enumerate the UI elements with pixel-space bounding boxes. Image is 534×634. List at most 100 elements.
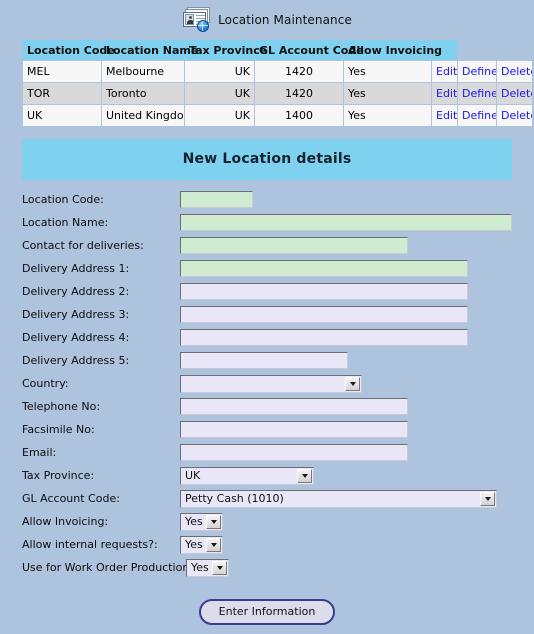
table-header-row: Location Code Location Name Tax Province… bbox=[23, 40, 532, 60]
cell-edit[interactable]: Edit bbox=[432, 105, 457, 126]
delete-link[interactable]: Delete bbox=[501, 87, 532, 100]
new-location-form: Location Code: Location Name: Contact fo… bbox=[0, 188, 534, 625]
column-header-location-name: Location Name bbox=[102, 40, 198, 60]
cell-delete[interactable]: Delete bbox=[497, 83, 532, 104]
contact-for-deliveries-input[interactable] bbox=[180, 237, 408, 254]
delivery-address-1-input[interactable] bbox=[180, 260, 468, 277]
cell-edit[interactable]: Edit bbox=[432, 83, 457, 104]
define-link[interactable]: Define bbox=[462, 65, 496, 78]
cell-allow-invoicing: Yes bbox=[344, 61, 431, 82]
allow-invoicing-select-value: Yes bbox=[185, 515, 203, 528]
column-header-location-code: Location Code bbox=[23, 40, 115, 60]
cell-location-name: Toronto bbox=[102, 83, 184, 104]
telephone-no-input[interactable] bbox=[180, 398, 408, 415]
cell-define[interactable]: Define bbox=[458, 105, 496, 126]
form-row-allow-invoicing: Allow Invoicing: Yes bbox=[22, 510, 512, 533]
form-row-contact-for-deliveries: Contact for deliveries: bbox=[22, 234, 512, 257]
delivery-address-3-input[interactable] bbox=[180, 306, 468, 323]
form-row-delivery-address-4: Delivery Address 4: bbox=[22, 326, 512, 349]
chevron-down-icon[interactable] bbox=[206, 537, 221, 552]
locations-table: Location Code Location Name Tax Province… bbox=[22, 39, 533, 127]
cell-allow-invoicing: Yes bbox=[344, 83, 431, 104]
page-title: Location Maintenance bbox=[218, 13, 352, 27]
cell-edit[interactable]: Edit bbox=[432, 61, 457, 82]
allow-internal-requests-select-value: Yes bbox=[185, 538, 203, 551]
form-row-delivery-address-5: Delivery Address 5: bbox=[22, 349, 512, 372]
delivery-address-5-input[interactable] bbox=[180, 352, 348, 369]
label-delivery-address-2: Delivery Address 2: bbox=[22, 285, 130, 298]
edit-link[interactable]: Edit bbox=[436, 109, 457, 122]
label-gl-account-code: GL Account Code: bbox=[22, 492, 120, 505]
cell-gl-account-code: 1420 bbox=[255, 61, 343, 82]
cell-tax-province: UK bbox=[185, 105, 254, 126]
table-row: UK United Kingdom UK 1400 Yes Edit Defin… bbox=[23, 105, 532, 126]
cell-tax-province: UK bbox=[185, 83, 254, 104]
label-allow-internal-requests: Allow internal requests?: bbox=[22, 538, 158, 551]
form-row-email: Email: bbox=[22, 441, 512, 464]
label-telephone-no: Telephone No: bbox=[22, 400, 101, 413]
form-row-country: Country: bbox=[22, 372, 512, 395]
delete-link[interactable]: Delete bbox=[501, 109, 532, 122]
define-link[interactable]: Define bbox=[462, 87, 496, 100]
cell-gl-account-code: 1400 bbox=[255, 105, 343, 126]
allow-internal-requests-select[interactable]: Yes bbox=[180, 535, 223, 554]
edit-link[interactable]: Edit bbox=[436, 65, 457, 78]
label-location-name: Location Name: bbox=[22, 216, 109, 229]
chevron-down-icon[interactable] bbox=[206, 514, 221, 529]
chevron-down-icon[interactable] bbox=[297, 468, 312, 483]
allow-invoicing-select[interactable]: Yes bbox=[180, 512, 223, 531]
delivery-address-2-input[interactable] bbox=[180, 283, 468, 300]
email-field[interactable] bbox=[180, 444, 408, 461]
edit-link[interactable]: Edit bbox=[436, 87, 457, 100]
form-row-location-code: Location Code: bbox=[22, 188, 512, 211]
facsimile-no-input[interactable] bbox=[180, 421, 408, 438]
label-allow-invoicing: Allow Invoicing: bbox=[22, 515, 109, 528]
cell-delete[interactable]: Delete bbox=[497, 105, 532, 126]
use-for-work-order-productions-select[interactable]: Yes bbox=[186, 558, 229, 577]
form-row-delivery-address-2: Delivery Address 2: bbox=[22, 280, 512, 303]
gl-account-code-select[interactable]: Petty Cash (1010) bbox=[180, 489, 497, 508]
column-header-allow-invoicing: Allow Invoicing bbox=[344, 40, 442, 60]
location-card-globe-icon bbox=[182, 7, 211, 33]
cell-location-code: MEL bbox=[23, 61, 101, 82]
chevron-down-icon[interactable] bbox=[212, 560, 227, 575]
country-select[interactable] bbox=[180, 374, 362, 393]
use-for-work-order-productions-select-value: Yes bbox=[191, 561, 209, 574]
delivery-address-4-input[interactable] bbox=[180, 329, 468, 346]
column-header-spacer-2 bbox=[497, 40, 532, 60]
locations-table-wrapper: Location Code Location Name Tax Province… bbox=[0, 39, 534, 127]
enter-information-button[interactable]: Enter Information bbox=[198, 599, 336, 625]
label-delivery-address-3: Delivery Address 3: bbox=[22, 308, 130, 321]
table-row: MEL Melbourne UK 1420 Yes Edit Define De… bbox=[23, 61, 532, 82]
label-country: Country: bbox=[22, 377, 69, 390]
chevron-down-icon[interactable] bbox=[345, 376, 360, 391]
column-header-spacer-1 bbox=[458, 40, 496, 60]
cell-location-code: TOR bbox=[23, 83, 101, 104]
form-row-delivery-address-3: Delivery Address 3: bbox=[22, 303, 512, 326]
location-code-input[interactable] bbox=[180, 191, 253, 208]
cell-delete[interactable]: Delete bbox=[497, 61, 532, 82]
cell-location-name: Melbourne bbox=[102, 61, 184, 82]
label-tax-province: Tax Province: bbox=[22, 469, 95, 482]
submit-row: Enter Information bbox=[22, 599, 512, 625]
location-name-input[interactable] bbox=[180, 214, 512, 231]
define-link[interactable]: Define bbox=[462, 109, 496, 122]
chevron-down-icon[interactable] bbox=[480, 491, 495, 506]
form-row-facsimile-no: Facsimile No: bbox=[22, 418, 512, 441]
cell-allow-invoicing: Yes bbox=[344, 105, 431, 126]
table-row: TOR Toronto UK 1420 Yes Edit Define Dele… bbox=[23, 83, 532, 104]
cell-gl-account-code: 1420 bbox=[255, 83, 343, 104]
cell-define[interactable]: Define bbox=[458, 61, 496, 82]
cell-define[interactable]: Define bbox=[458, 83, 496, 104]
label-location-code: Location Code: bbox=[22, 193, 104, 206]
label-use-for-work-order-productions: Use for Work Order Productions?: bbox=[22, 561, 205, 574]
cell-location-code: UK bbox=[23, 105, 101, 126]
form-row-location-name: Location Name: bbox=[22, 211, 512, 234]
label-facsimile-no: Facsimile No: bbox=[22, 423, 95, 436]
new-location-details-heading: New Location details bbox=[22, 139, 512, 180]
tax-province-select[interactable]: UK bbox=[180, 466, 314, 485]
delete-link[interactable]: Delete bbox=[501, 65, 532, 78]
label-delivery-address-4: Delivery Address 4: bbox=[22, 331, 130, 344]
column-header-tax-province: Tax Province bbox=[185, 40, 267, 60]
form-row-use-for-work-order-productions: Use for Work Order Productions?: Yes bbox=[22, 556, 512, 579]
